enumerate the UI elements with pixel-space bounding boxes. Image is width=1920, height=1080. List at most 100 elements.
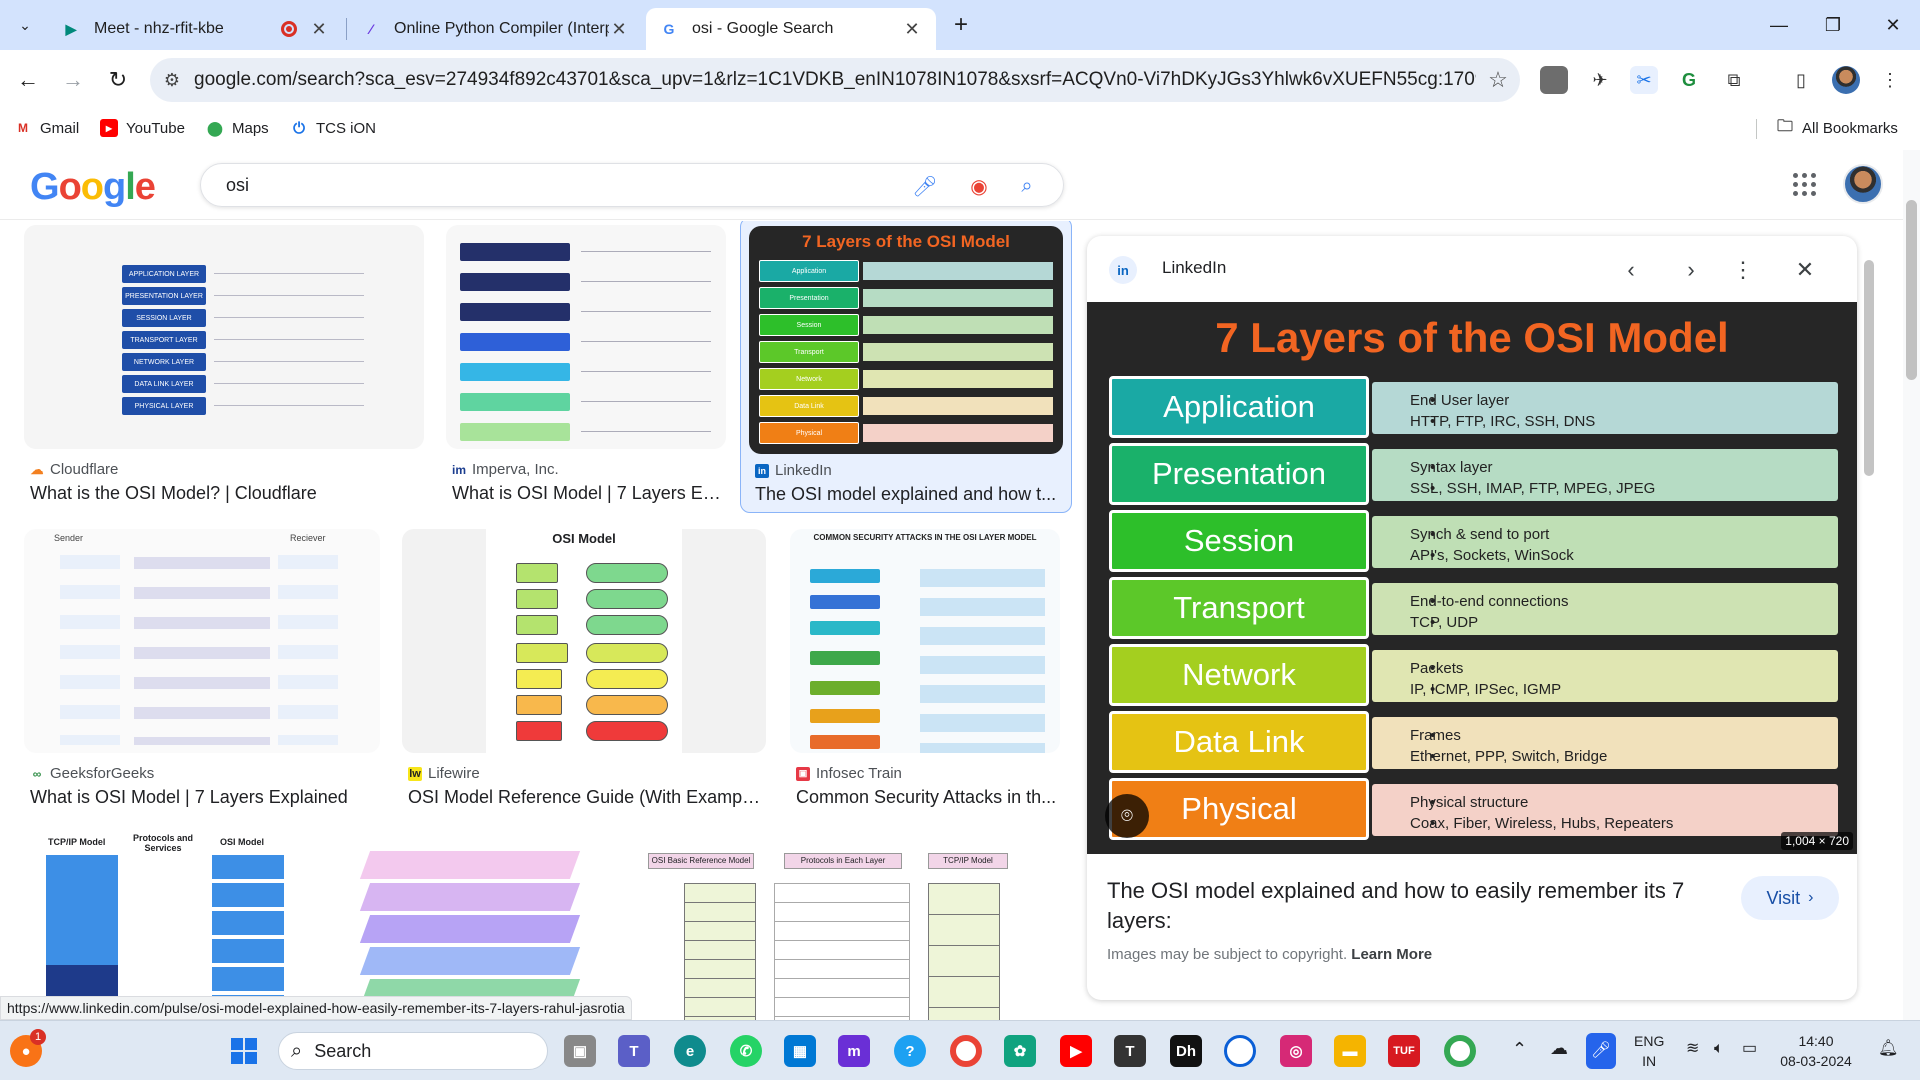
wifi-icon[interactable]: ≋: [1686, 1039, 1699, 1059]
result-title[interactable]: Common Security Attacks in th...: [796, 787, 1058, 808]
image-result-card[interactable]: TCP/IP Model Protocols and Services OSI …: [24, 831, 320, 1021]
myjio-icon[interactable]: m: [838, 1035, 870, 1067]
previous-icon[interactable]: ‹: [1615, 254, 1647, 286]
dh-icon[interactable]: Dh: [1170, 1035, 1202, 1067]
bookmark-tcs-ion[interactable]: ⏻ TCS iON: [290, 119, 376, 137]
result-thumbnail[interactable]: COMMON SECURITY ATTACKS IN THE OSI LAYER…: [790, 529, 1060, 753]
learn-more-link[interactable]: Learn More: [1351, 946, 1432, 963]
tuf-icon[interactable]: TUF: [1388, 1035, 1420, 1067]
result-thumbnail[interactable]: APPLICATION LAYER PRESENTATION LAYER SES…: [24, 225, 424, 449]
extension-icon[interactable]: ✈: [1586, 66, 1614, 94]
image-result-card-selected[interactable]: 7 Layers of the OSI Model Application Pr…: [740, 221, 1072, 513]
page-scroll-thumb[interactable]: [1906, 200, 1917, 380]
onedrive-icon[interactable]: ☁: [1550, 1038, 1568, 1058]
image-result-card[interactable]: APPLICATION LAYER PRESENTATION LAYER SES…: [24, 225, 424, 515]
back-icon[interactable]: ←: [13, 65, 43, 95]
result-title[interactable]: OSI Model Reference Guide (With Example.…: [408, 787, 764, 808]
terminal-icon[interactable]: T: [1114, 1035, 1146, 1067]
tab-python-compiler[interactable]: ⁄ Online Python Compiler (Interp ✕: [348, 8, 643, 50]
result-thumbnail[interactable]: Sender Reciever: [24, 529, 380, 753]
bookmark-gmail[interactable]: M Gmail: [14, 119, 79, 137]
instagram-icon[interactable]: ◎: [1280, 1035, 1312, 1067]
close-window-icon[interactable]: ✕: [1878, 10, 1908, 40]
image-result-card[interactable]: COMMON SECURITY ATTACKS IN THE OSI LAYER…: [790, 529, 1060, 819]
restore-icon[interactable]: ❐: [1818, 10, 1848, 40]
cortana-icon[interactable]: [1224, 1035, 1256, 1067]
menu-kebab-icon[interactable]: ⋮: [1876, 66, 1904, 94]
show-hidden-icons[interactable]: ⌃: [1512, 1039, 1527, 1059]
reload-icon[interactable]: ↻: [103, 65, 133, 95]
close-tab-icon[interactable]: ✕: [609, 19, 629, 39]
result-thumbnail[interactable]: [345, 831, 597, 1021]
chatgpt-icon[interactable]: ✿: [1004, 1035, 1036, 1067]
search-input[interactable]: osi: [226, 175, 249, 196]
result-title[interactable]: What is the OSI Model? | Cloudflare: [30, 483, 420, 504]
language-indicator[interactable]: ENG IN: [1634, 1031, 1664, 1071]
google-logo[interactable]: Google: [30, 166, 156, 209]
panel-scroll-thumb[interactable]: [1864, 260, 1874, 476]
bookmark-star-icon[interactable]: ☆: [1476, 67, 1520, 93]
panel-source[interactable]: LinkedIn: [1162, 258, 1226, 278]
extension-icon[interactable]: ✂: [1630, 66, 1658, 94]
next-icon[interactable]: ›: [1675, 254, 1707, 286]
close-tab-icon[interactable]: ✕: [309, 19, 329, 39]
result-title[interactable]: The OSI model explained and how t...: [755, 484, 1065, 505]
image-result-card[interactable]: Sender Reciever ∞ GeeksforGeeks What is …: [24, 529, 380, 819]
whatsapp-icon[interactable]: ✆: [730, 1035, 762, 1067]
result-thumbnail[interactable]: OSI Basic Reference Model Protocols in E…: [624, 831, 1062, 1021]
result-title[interactable]: What is OSI Model | 7 Layers Ex...: [452, 483, 722, 504]
notification-bell-icon[interactable]: 🔔︎: [1878, 1039, 1898, 1059]
all-bookmarks[interactable]: 🗀 All Bookmarks: [1776, 118, 1898, 137]
lens-search-icon[interactable]: ◉: [965, 172, 993, 200]
image-result-card[interactable]: OSI Model lw Lifewire OSI Model Referenc…: [402, 529, 766, 819]
store-icon[interactable]: ▦: [784, 1035, 816, 1067]
panel-scrollbar[interactable]: [1860, 240, 1876, 1000]
address-bar[interactable]: ⚙ google.com/search?sca_esv=274934f892c4…: [150, 58, 1520, 102]
google-lens-icon[interactable]: ⌾: [1105, 794, 1149, 838]
forward-icon[interactable]: →: [58, 65, 88, 95]
visit-button[interactable]: Visit ›: [1741, 876, 1839, 920]
image-result-card[interactable]: im Imperva, Inc. What is OSI Model | 7 L…: [446, 225, 726, 515]
search-icon[interactable]: ⌕: [1013, 172, 1041, 200]
bookmark-maps[interactable]: ⬤ Maps: [206, 119, 269, 137]
result-thumbnail[interactable]: 7 Layers of the OSI Model Application Pr…: [749, 226, 1063, 454]
battery-icon[interactable]: ▭: [1742, 1039, 1757, 1059]
taskbar-search[interactable]: ⌕ Search: [278, 1032, 548, 1070]
profile-avatar-icon[interactable]: [1832, 66, 1860, 94]
clock[interactable]: 14:40 08-03-2024: [1776, 1031, 1856, 1071]
image-result-card[interactable]: OSI Basic Reference Model Protocols in E…: [624, 831, 1062, 1021]
start-icon[interactable]: [228, 1035, 260, 1067]
edge-icon[interactable]: e: [674, 1035, 706, 1067]
new-tab-icon[interactable]: +: [948, 11, 974, 38]
side-panel-icon[interactable]: ▯: [1787, 66, 1815, 94]
site-info-icon[interactable]: ⚙: [150, 70, 194, 91]
grammarly-icon[interactable]: G: [1675, 66, 1703, 94]
google-apps-icon[interactable]: [1790, 170, 1820, 200]
extensions-puzzle-icon[interactable]: ⧉: [1720, 66, 1748, 94]
close-icon[interactable]: ✕: [1789, 254, 1821, 286]
preview-image[interactable]: 7 Layers of the OSI Model Application En…: [1087, 302, 1857, 854]
tab-search-dropdown-icon[interactable]: ⌄: [12, 12, 38, 38]
chrome-profile-icon[interactable]: [1444, 1035, 1476, 1067]
task-view-icon[interactable]: ▣: [564, 1035, 596, 1067]
account-avatar[interactable]: [1843, 164, 1883, 204]
result-thumbnail[interactable]: [446, 225, 726, 449]
search-box[interactable]: osi 🎤︎ ◉ ⌕: [200, 163, 1064, 207]
close-tab-icon[interactable]: ✕: [902, 19, 922, 39]
file-explorer-icon[interactable]: ▬: [1334, 1035, 1366, 1067]
result-title[interactable]: What is OSI Model | 7 Layers Explained: [30, 787, 380, 808]
panel-page-title[interactable]: The OSI model explained and how to easil…: [1107, 876, 1717, 936]
tab-meet[interactable]: ▶ Meet - nhz-rfit-kbe ✕: [48, 8, 343, 50]
result-thumbnail[interactable]: OSI Model: [402, 529, 766, 753]
page-scrollbar[interactable]: [1903, 150, 1920, 1020]
voice-search-icon[interactable]: 🎤︎: [911, 172, 939, 200]
chrome-icon[interactable]: [950, 1035, 982, 1067]
image-result-card[interactable]: [345, 831, 597, 1021]
youtube-icon[interactable]: ▶: [1060, 1035, 1092, 1067]
teams-icon[interactable]: T: [618, 1035, 650, 1067]
tab-google-search[interactable]: G osi - Google Search ✕: [646, 8, 936, 50]
more-options-icon[interactable]: ⋮: [1727, 254, 1759, 286]
volume-icon[interactable]: 🔈︎: [1714, 1039, 1724, 1059]
messenger-icon[interactable]: ?: [894, 1035, 926, 1067]
url-text[interactable]: google.com/search?sca_esv=274934f892c437…: [194, 69, 1476, 91]
